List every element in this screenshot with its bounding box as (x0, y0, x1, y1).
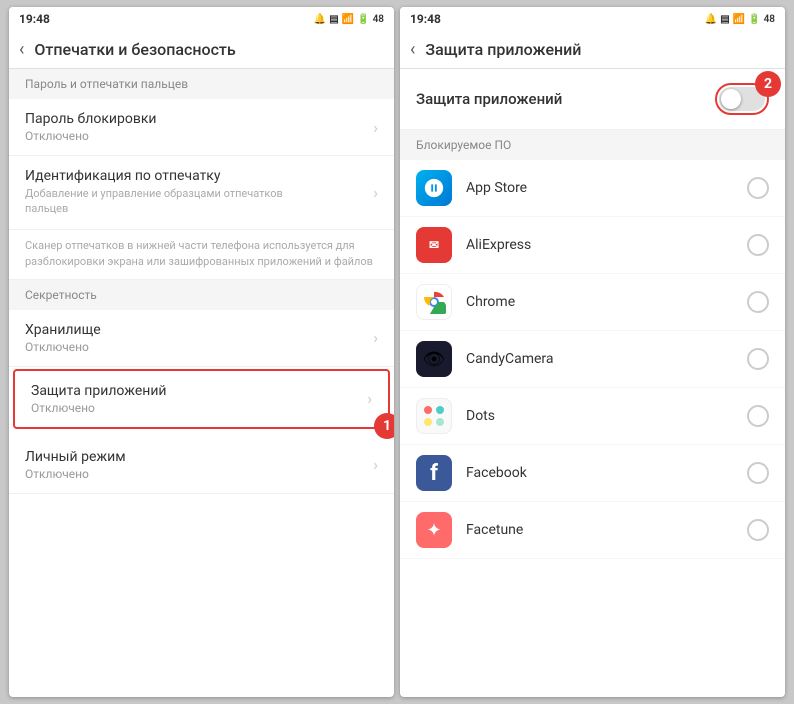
fingerprint-title: Идентификация по отпечатку (25, 168, 305, 184)
left-section1-header: Пароль и отпечатки пальцев (9, 69, 394, 99)
app-protection-item[interactable]: Защита приложений Отключено › (13, 369, 390, 429)
personal-mode-subtitle: Отключено (25, 467, 126, 481)
app-protection-toggle-row: Защита приложений 2 (400, 69, 785, 130)
right-status-icons: 🔔 ▤ 📶 🔋 48 (705, 14, 775, 25)
right-back-button[interactable]: ‹ (410, 39, 415, 60)
fingerprint-item[interactable]: Идентификация по отпечатку Добавление и … (9, 156, 394, 230)
password-lock-chevron: › (373, 118, 378, 137)
aliexpress-radio[interactable] (747, 234, 769, 256)
left-section2-header: Секретность (9, 280, 394, 310)
storage-subtitle: Отключено (25, 340, 101, 354)
appstore-icon (416, 170, 452, 206)
aliexpress-icon: ✉ (416, 227, 452, 263)
right-wifi-icon: ▤ (720, 14, 729, 25)
right-notification-icon: 🔔 (705, 14, 717, 25)
app-item-dots[interactable]: Dots (400, 388, 785, 445)
storage-chevron: › (373, 328, 378, 347)
app-protection-subtitle: Отключено (31, 401, 167, 415)
candycam-icon: 👁 (416, 341, 452, 377)
right-battery-icon: 🔋 (748, 14, 760, 25)
app-item-candycamera[interactable]: 👁 CandyCamera (400, 331, 785, 388)
storage-item[interactable]: Хранилище Отключено › (9, 310, 394, 367)
app-item-facebook[interactable]: f Facebook (400, 445, 785, 502)
right-status-bar: 19:48 🔔 ▤ 📶 🔋 48 (400, 7, 785, 31)
right-toolbar-title: Защита приложений (425, 40, 581, 59)
left-phone: 19:48 🔔 ▤ 📶 🔋 48 ‹ Отпечатки и безопасно… (9, 7, 394, 697)
badge-1: 1 (374, 413, 394, 439)
fingerprint-desc: Добавление и управление образцами отпеча… (25, 186, 305, 217)
app-protection-chevron: › (367, 389, 372, 408)
appstore-name: App Store (466, 180, 747, 196)
app-item-facetune[interactable]: ✦ Facetune (400, 502, 785, 559)
facetune-radio[interactable] (747, 519, 769, 541)
personal-mode-title: Личный режим (25, 449, 126, 465)
left-notification-icon: 🔔 (314, 14, 326, 25)
left-time: 19:48 (19, 12, 50, 26)
chrome-radio[interactable] (747, 291, 769, 313)
aliexpress-name: AliExpress (466, 237, 747, 253)
storage-title: Хранилище (25, 322, 101, 338)
personal-mode-chevron: › (373, 455, 378, 474)
left-battery-pct: 48 (373, 14, 384, 25)
app-protection-toggle-label: Защита приложений (416, 90, 562, 108)
candycam-radio[interactable] (747, 348, 769, 370)
facebook-icon: f (416, 455, 452, 491)
fingerprint-info: Сканер отпечатков в нижней части телефон… (9, 230, 394, 280)
right-battery-pct: 48 (764, 14, 775, 25)
badge-2: 2 (755, 71, 781, 97)
chrome-icon (416, 284, 452, 320)
fingerprint-chevron: › (373, 183, 378, 202)
dots-name: Dots (466, 408, 747, 424)
facebook-name: Facebook (466, 465, 747, 481)
candycam-name: CandyCamera (466, 351, 747, 367)
right-signal-icon: 📶 (733, 14, 745, 25)
appstore-radio[interactable] (747, 177, 769, 199)
left-battery-icon: 🔋 (357, 14, 369, 25)
left-back-button[interactable]: ‹ (19, 39, 24, 60)
app-item-aliexpress[interactable]: ✉ AliExpress (400, 217, 785, 274)
dots-icon (416, 398, 452, 434)
app-protection-title: Защита приложений (31, 383, 167, 399)
password-lock-item[interactable]: Пароль блокировки Отключено › (9, 99, 394, 156)
right-section-header: Блокируемое ПО (400, 130, 785, 160)
right-phone: 19:48 🔔 ▤ 📶 🔋 48 ‹ Защита приложений Защ… (400, 7, 785, 697)
left-wifi-icon: ▤ (329, 14, 338, 25)
facebook-radio[interactable] (747, 462, 769, 484)
left-status-icons: 🔔 ▤ 📶 🔋 48 (314, 14, 384, 25)
facetune-name: Facetune (466, 522, 747, 538)
app-item-chrome[interactable]: Chrome (400, 274, 785, 331)
right-time: 19:48 (410, 12, 441, 26)
left-toolbar-title: Отпечатки и безопасность (34, 40, 235, 59)
chrome-name: Chrome (466, 294, 747, 310)
left-signal-icon: 📶 (342, 14, 354, 25)
right-toolbar: ‹ Защита приложений (400, 31, 785, 69)
left-status-bar: 19:48 🔔 ▤ 📶 🔋 48 (9, 7, 394, 31)
app-item-appstore[interactable]: App Store (400, 160, 785, 217)
dots-radio[interactable] (747, 405, 769, 427)
password-lock-subtitle: Отключено (25, 129, 156, 143)
toggle-knob (721, 89, 741, 109)
left-toolbar: ‹ Отпечатки и безопасность (9, 31, 394, 69)
facetune-icon: ✦ (416, 512, 452, 548)
password-lock-title: Пароль блокировки (25, 111, 156, 127)
personal-mode-item[interactable]: Личный режим Отключено › (9, 437, 394, 494)
